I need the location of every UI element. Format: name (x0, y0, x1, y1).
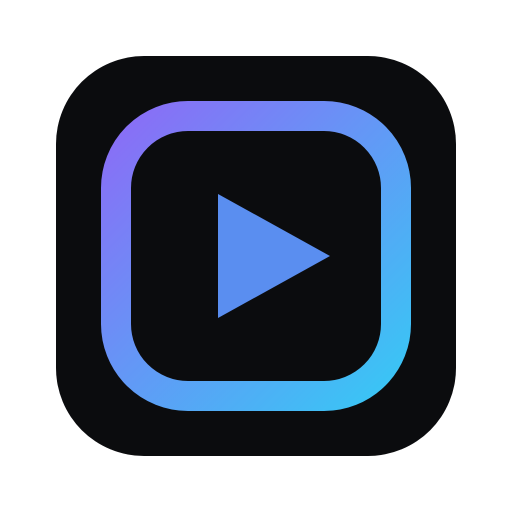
play-triangle (218, 194, 330, 318)
play-icon (101, 101, 411, 411)
app-icon[interactable] (56, 56, 456, 456)
canvas (0, 0, 512, 512)
